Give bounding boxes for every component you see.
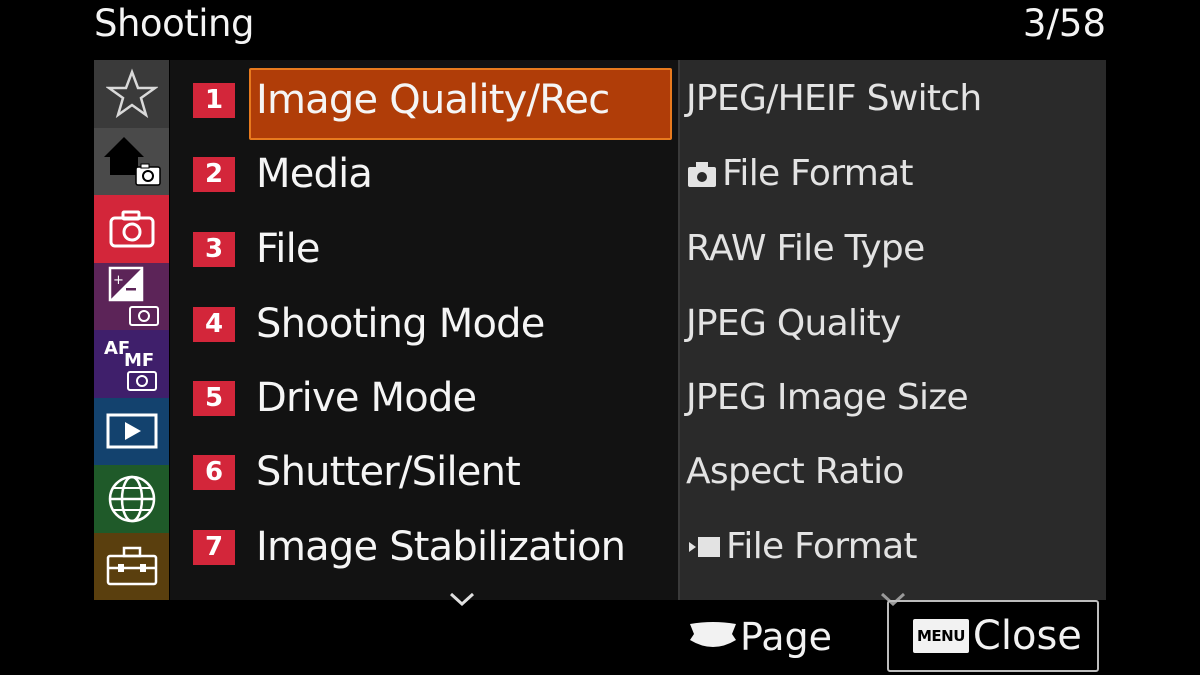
menu-item-label: File — [256, 226, 321, 272]
submenu-item-label: File Format — [722, 153, 914, 194]
svg-text:+: + — [113, 273, 124, 288]
globe-icon — [108, 475, 155, 522]
menu-item-label: Shutter/Silent — [256, 449, 521, 495]
submenu-item-label: JPEG/HEIF Switch — [686, 78, 982, 119]
tab-network[interactable] — [94, 465, 169, 533]
movie-icon — [689, 536, 720, 557]
menu-item-number: 6 — [193, 454, 235, 490]
menu-item-drive-mode[interactable]: 5 Drive Mode — [170, 362, 678, 434]
submenu-item-jpeg-heif-switch[interactable]: JPEG/HEIF Switch — [686, 78, 982, 119]
menu-item-number: 5 — [193, 380, 235, 416]
tab-favorites[interactable] — [94, 60, 169, 128]
submenu-item-label: Aspect Ratio — [686, 451, 904, 492]
menu-item-number: 4 — [193, 306, 235, 342]
category-sidebar: + AF MF — [94, 60, 169, 600]
menu-item-shutter-silent[interactable]: 6 Shutter/Silent — [170, 436, 678, 508]
menu-button-icon: MENU — [913, 619, 969, 653]
af-mf-camera-icon: AF MF — [104, 338, 157, 391]
submenu-item-still-file-format[interactable]: File Format — [686, 153, 914, 194]
exposure-camera-icon: + — [108, 267, 159, 327]
submenu-item-label: JPEG Quality — [686, 303, 901, 344]
toolbox-icon — [106, 547, 157, 586]
submenu-item-movie-file-format[interactable]: File Format — [686, 526, 918, 567]
menu-item-shooting-mode[interactable]: 4 Shooting Mode — [170, 288, 678, 360]
menu-item-media[interactable]: 2 Media — [170, 138, 678, 210]
menu-item-file[interactable]: 3 File — [170, 213, 678, 285]
menu-item-number: 2 — [193, 156, 235, 192]
page-title: Shooting — [94, 2, 254, 45]
svg-text:MF: MF — [124, 350, 154, 371]
menu-item-label: Image Quality/Rec — [256, 77, 610, 123]
close-label: Close — [972, 613, 1082, 659]
control-wheel-icon — [690, 622, 736, 647]
menu-item-label: Shooting Mode — [256, 301, 545, 347]
star-icon — [105, 68, 158, 118]
menu-item-image-quality[interactable]: 1 Image Quality/Rec — [170, 64, 678, 140]
tab-shooting[interactable] — [94, 195, 169, 263]
menu-item-label: Drive Mode — [256, 375, 477, 421]
submenu-item-jpeg-image-size[interactable]: JPEG Image Size — [686, 377, 969, 418]
tab-exposure[interactable]: + — [94, 262, 169, 330]
menu-item-number: 3 — [193, 231, 235, 267]
menu-item-number: 7 — [193, 529, 235, 565]
submenu-panel: JPEG/HEIF Switch File Format RAW File Ty… — [680, 60, 1106, 600]
camera-icon — [109, 210, 154, 248]
chevron-down-icon[interactable] — [449, 592, 475, 606]
close-button[interactable]: MENU Close — [887, 600, 1099, 672]
tab-setup[interactable] — [94, 532, 169, 600]
submenu-item-jpeg-quality[interactable]: JPEG Quality — [686, 303, 901, 344]
submenu-item-label: File Format — [726, 526, 918, 567]
menu-item-number: 1 — [193, 82, 235, 118]
home-camera-icon — [103, 137, 161, 186]
menu-item-image-stabilization[interactable]: 7 Image Stabilization — [170, 511, 678, 583]
page-label: Page — [740, 615, 832, 659]
page-indicator: 3/58 — [1022, 2, 1106, 45]
tab-focus[interactable]: AF MF — [94, 330, 169, 398]
menu-item-label: Media — [256, 151, 373, 197]
tab-main[interactable] — [94, 127, 169, 195]
menu-list: 1 Image Quality/Rec 2 Media 3 File 4 Sho… — [170, 60, 678, 600]
submenu-item-label: JPEG Image Size — [686, 377, 969, 418]
playback-icon — [106, 413, 157, 449]
page-button[interactable]: Page — [688, 612, 832, 662]
menu-item-label: Image Stabilization — [256, 524, 626, 570]
still-camera-icon — [688, 161, 716, 187]
tab-playback[interactable] — [94, 397, 169, 465]
submenu-item-aspect-ratio[interactable]: Aspect Ratio — [686, 451, 904, 492]
submenu-item-raw-file-type[interactable]: RAW File Type — [686, 228, 925, 269]
submenu-item-label: RAW File Type — [686, 228, 925, 269]
